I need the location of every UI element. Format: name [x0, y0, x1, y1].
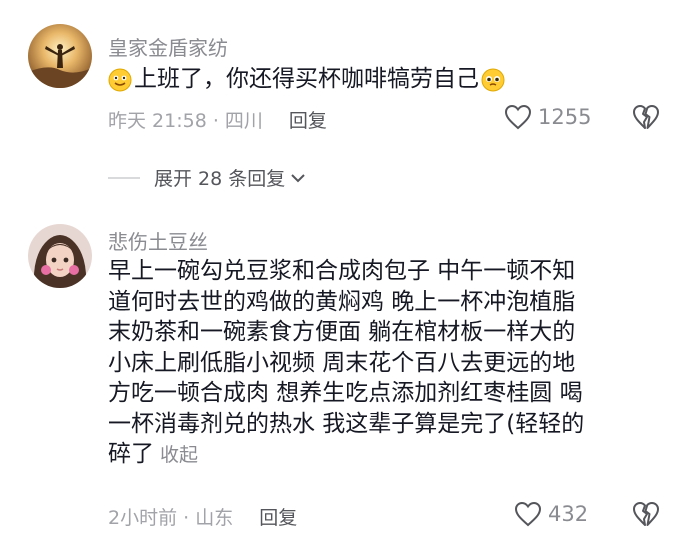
comment-text-line: 末奶茶和一碗素食方便面 躺在棺材板一样大的: [108, 319, 576, 345]
comment-text-line: 方吃一顿合成肉 想养生吃点添加剂红枣桂圆 喝: [108, 380, 583, 406]
username[interactable]: 悲伤土豆丝: [108, 226, 208, 255]
comment-text-line: 一杯消毒剂兑的热水 我这辈子算是完了(轻轻的: [108, 410, 585, 437]
comment-meta: 2小时前 · 山东 回复: [108, 503, 297, 530]
collapse-button[interactable]: 收起: [160, 444, 198, 466]
time-location: 2小时前 · 山东: [108, 507, 234, 529]
like-button[interactable]: 432: [514, 501, 588, 527]
heart-icon: [514, 501, 542, 527]
comment-text-line: 小床上刷低脂小视频 周末花个百八去更远的地: [108, 349, 576, 376]
broken-heart-icon: [633, 502, 659, 526]
reply-button[interactable]: 回复: [259, 503, 297, 530]
comment-text: 早上一碗勾兑豆浆和合成肉包子 中午一顿不知 道何时去世的鸡做的黄焖鸡 晚上一杯冲…: [108, 256, 668, 470]
comment-text-tail: 碎了: [108, 441, 154, 467]
comment-text-line-last: 碎了 收起: [108, 439, 668, 470]
comment-text-line: 早上一碗勾兑豆浆和合成肉包子 中午一顿不知: [108, 258, 576, 284]
like-count: 432: [548, 502, 589, 526]
comment-text-line: 道何时去世的鸡做的黄焖鸡 晚上一杯冲泡植脂: [108, 288, 576, 315]
comment-2: 悲伤土豆丝 早上一碗勾兑豆浆和合成肉包子 中午一顿不知 道何时去世的鸡做的黄焖鸡…: [0, 0, 690, 552]
dislike-button[interactable]: [632, 501, 660, 531]
avatar[interactable]: [28, 224, 92, 288]
